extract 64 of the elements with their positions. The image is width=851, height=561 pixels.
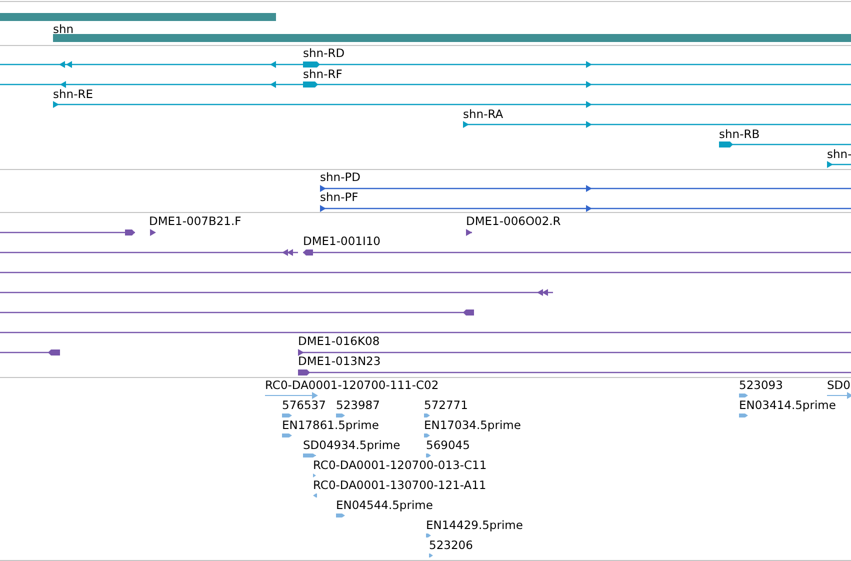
feature-label: SD0 [827,378,850,392]
clone-feature[interactable] [0,230,135,236]
est-feature[interactable] [739,394,748,398]
feature-label: shn-RD [303,46,345,60]
feature-label: DME1-013N23 [298,354,381,368]
feature-label: shn-RB [719,127,760,141]
transcript-feature[interactable] [463,121,851,128]
est-feature[interactable] [313,474,316,478]
protein-feature[interactable] [320,205,851,212]
est-feature[interactable] [313,494,317,498]
feature-label: shn-RF [303,67,342,81]
clone-feature[interactable] [150,229,156,236]
feature-label: RC0-DA0001-120700-013-C11 [313,458,487,472]
feature-label: shn-RE [53,87,93,101]
feature-label: EN17861.5prime [282,418,379,432]
est-feature[interactable] [426,534,431,538]
clone-feature[interactable] [0,350,60,356]
clone-feature[interactable] [0,310,474,316]
feature-label: shn- [827,147,851,161]
feature-label: 572771 [424,398,468,412]
est-feature[interactable] [282,434,292,438]
est-feature[interactable] [429,554,433,558]
feature-label: 523093 [739,378,783,392]
feature-label: shn-PD [320,170,361,184]
feature-label: EN14429.5prime [426,518,523,532]
feature-label: 576537 [282,398,326,412]
est-feature[interactable] [264,392,318,399]
transcript-feature[interactable] [53,101,851,108]
feature-label: shn-RA [463,107,504,121]
feature-label: DME1-006O02.R [466,214,561,228]
feature-label: SD04934.5prime [303,438,400,452]
clone-feature[interactable] [298,370,851,376]
transcript-feature[interactable] [719,142,851,148]
feature-label: 523987 [336,398,380,412]
est-feature[interactable] [739,414,748,418]
clone-feature[interactable] [298,349,851,356]
feature-label: RC0-DA0001-130700-121-A11 [313,478,486,492]
feature-label: EN03414.5prime [739,398,836,412]
feature-label: shn-PF [320,190,358,204]
clone-feature[interactable] [303,250,851,256]
transcript-feature[interactable] [827,161,851,168]
feature-label: RC0-DA0001-120700-111-C02 [265,378,439,392]
est-feature[interactable] [426,454,431,458]
est-feature[interactable] [302,454,316,458]
est-feature[interactable] [826,392,851,399]
clone-feature[interactable] [0,249,298,256]
clone-feature[interactable] [0,289,553,296]
feature-label: EN04544.5prime [336,498,433,512]
transcript-feature[interactable] [0,81,851,88]
est-feature[interactable] [336,414,345,418]
feature-label: DME1-007B21.F [149,214,242,228]
protein-feature[interactable] [320,185,851,192]
transcript-feature[interactable] [0,61,851,68]
feature-label: EN17034.5prime [424,418,521,432]
feature-label: 523206 [429,538,473,552]
feature-label: DME1-016K08 [298,334,380,348]
feature-label: shn [53,22,74,36]
est-feature[interactable] [282,414,292,418]
est-feature[interactable] [424,414,430,418]
est-feature[interactable] [336,514,345,518]
clone-feature[interactable] [466,229,472,236]
feature-label: DME1-001I10 [303,234,380,248]
feature-label: 569045 [426,438,470,452]
est-feature[interactable] [424,434,430,438]
